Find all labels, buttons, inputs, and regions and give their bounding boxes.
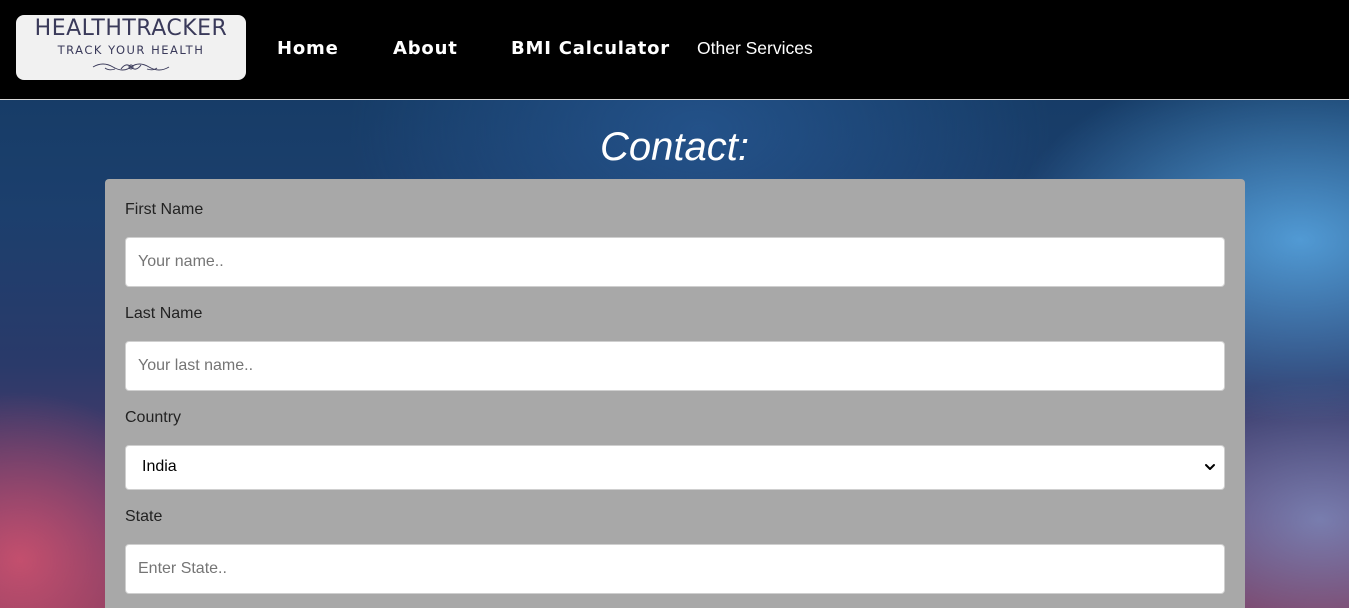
brand-logo[interactable]: HEALTHTRACKER TRACK YOUR HEALTH: [16, 15, 246, 80]
navbar: HEALTHTRACKER TRACK YOUR HEALTH Home Abo…: [0, 0, 1349, 100]
nav-bmi-calculator[interactable]: BMI Calculator: [511, 38, 670, 59]
state-input[interactable]: [125, 544, 1225, 594]
chevron-down-icon: [1205, 464, 1215, 470]
last-name-label: Last Name: [125, 305, 203, 322]
country-label: Country: [125, 409, 182, 426]
first-name-input[interactable]: [125, 237, 1225, 287]
nav-other-services[interactable]: Other Services: [697, 38, 813, 59]
nav-home[interactable]: Home: [277, 38, 339, 59]
first-name-label: First Name: [125, 201, 204, 218]
brand-tagline: TRACK YOUR HEALTH: [57, 43, 205, 57]
last-name-input[interactable]: [125, 341, 1225, 391]
ornament-icon: [92, 63, 170, 71]
nav-about[interactable]: About: [393, 38, 458, 59]
country-select[interactable]: India: [125, 445, 1225, 490]
contact-form: First Name Last Name Country India State: [105, 179, 1245, 608]
brand-title: HEALTHTRACKER: [34, 16, 228, 41]
page-title: Contact:: [600, 125, 749, 169]
state-label: State: [125, 508, 163, 525]
country-selected-value: India: [142, 458, 177, 475]
